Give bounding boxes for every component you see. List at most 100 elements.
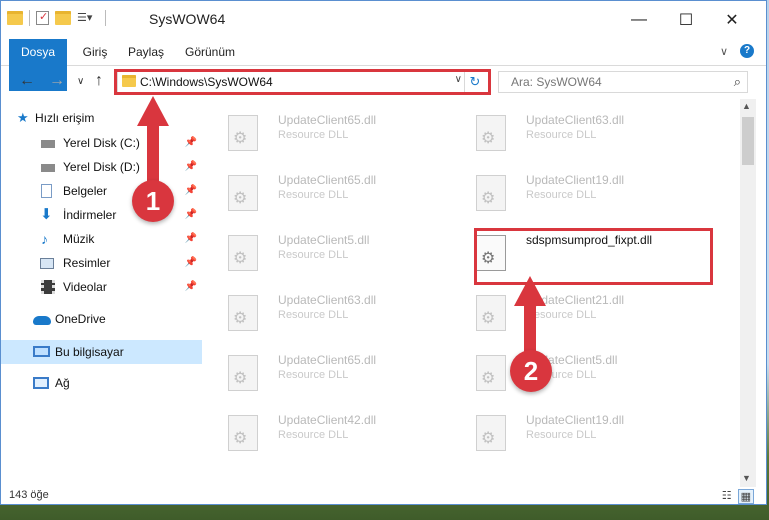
sidebar-item-videos[interactable]: Videolar 📌 [1, 276, 202, 298]
back-arrow-icon[interactable]: ← [19, 72, 35, 90]
tab-share[interactable]: Paylaş [123, 39, 169, 65]
help-icon[interactable]: ? [740, 44, 754, 58]
file-type: Resource DLL [526, 129, 597, 141]
status-bar: 143 öğe ☷ ▦ [1, 487, 766, 505]
pin-icon[interactable]: 📌 [185, 156, 197, 178]
music-icon: ♪ [41, 231, 48, 247]
file-item[interactable]: ⚙ UpdateClient19.dll Resource DLL [456, 165, 696, 217]
pin-icon[interactable]: 📌 [185, 180, 197, 202]
file-item[interactable]: ⚙ UpdateClient65.dll Resource DLL [208, 345, 448, 397]
file-type: Resource DLL [278, 369, 349, 381]
tab-home[interactable]: Giriş [73, 39, 117, 65]
scroll-thumb[interactable] [742, 117, 754, 165]
file-item[interactable]: ⚙ UpdateClient19.dll Resource DLL [456, 405, 696, 457]
ribbon-controls: ∨ ? [720, 44, 754, 58]
dll-file-icon: ⚙ [228, 355, 258, 391]
search-placeholder[interactable]: Ara: SysWOW64 [511, 75, 602, 89]
address-highlight-box [114, 69, 491, 95]
file-type: Resource DLL [526, 309, 597, 321]
sidebar-item-this-pc[interactable]: Bu bilgisayar [1, 340, 202, 364]
pin-icon[interactable]: 📌 [185, 228, 197, 250]
details-view-icon[interactable]: ☷ [722, 489, 732, 504]
sidebar-item-disk-d[interactable]: Yerel Disk (D:) 📌 [1, 156, 202, 178]
search-box[interactable]: Ara: SysWOW64 ⌕ [498, 71, 748, 93]
vertical-scrollbar[interactable]: ▲ ▼ [740, 99, 756, 487]
search-icon[interactable]: ⌕ [734, 74, 741, 90]
file-item[interactable]: ⚙ UpdateClient63.dll Resource DLL [456, 105, 696, 157]
sidebar-item-quick-access[interactable]: ★ Hızlı erişim [1, 107, 202, 129]
folder-icon [7, 11, 23, 25]
network-icon [33, 377, 49, 389]
file-name: UpdateClient65.dll [278, 353, 377, 367]
recent-locations-icon[interactable]: ∨ [77, 76, 84, 87]
step-marker-2: 2 [510, 350, 552, 392]
customize-toolbar-icon[interactable]: ☰▾ [77, 11, 99, 25]
sidebar-item-network[interactable]: Ağ [1, 372, 202, 394]
file-item[interactable]: ⚙ UpdateClient63.dll Resource DLL [208, 285, 448, 337]
scroll-down-icon[interactable]: ▼ [742, 473, 751, 483]
file-type: Resource DLL [526, 189, 597, 201]
large-icons-view-icon[interactable]: ▦ [737, 489, 754, 504]
dll-file-icon: ⚙ [228, 235, 258, 271]
dll-file-icon: ⚙ [228, 295, 258, 331]
tab-view[interactable]: Görünüm [179, 39, 241, 65]
file-type: Resource DLL [278, 129, 349, 141]
minimize-button[interactable]: — [616, 1, 662, 39]
pin-icon[interactable]: 📌 [185, 276, 197, 298]
file-type: Resource DLL [278, 429, 349, 441]
dll-file-icon: ⚙ [476, 295, 506, 331]
forward-arrow-icon[interactable]: → [49, 72, 65, 90]
dll-file-icon: ⚙ [476, 355, 506, 391]
file-item[interactable]: ⚙ UpdateClient5.dll Resource DLL [456, 345, 696, 397]
sidebar-item-label: Yerel Disk (C:) [63, 136, 140, 150]
dll-file-icon: ⚙ [476, 415, 506, 451]
file-name: UpdateClient5.dll [278, 233, 370, 247]
close-button[interactable]: ✕ [709, 1, 755, 39]
view-toggles: ☷ ▦ [722, 489, 754, 504]
file-item[interactable]: ⚙ UpdateClient65.dll Resource DLL [208, 165, 448, 217]
sidebar-item-label: Videolar [63, 280, 107, 294]
drive-icon [41, 140, 55, 148]
file-item[interactable]: ⚙ UpdateClient5.dll Resource DLL [208, 225, 448, 277]
file-item[interactable]: ⚙ UpdateClient21.dll Resource DLL [456, 285, 696, 337]
sidebar-item-label: İndirmeler [63, 208, 117, 222]
sidebar-item-label: Müzik [63, 232, 95, 246]
step-marker-1: 1 [132, 180, 174, 222]
sidebar-item-label: Hızlı erişim [35, 111, 95, 125]
file-name: UpdateClient63.dll [278, 293, 377, 307]
sidebar-item-music[interactable]: ♪ Müzik 📌 [1, 228, 202, 250]
properties-check-icon[interactable]: ✓ [36, 11, 49, 25]
up-arrow-icon[interactable]: ↑ [95, 72, 103, 90]
dll-file-icon: ⚙ [228, 175, 258, 211]
file-name: UpdateClient65.dll [278, 113, 377, 127]
pin-icon[interactable]: 📌 [185, 252, 197, 274]
scroll-up-icon[interactable]: ▲ [742, 101, 751, 111]
sidebar-item-onedrive[interactable]: OneDrive [1, 308, 202, 330]
file-name: UpdateClient19.dll [526, 173, 625, 187]
new-folder-icon[interactable] [55, 11, 71, 25]
sidebar-item-disk-c[interactable]: Yerel Disk (C:) 📌 [1, 132, 202, 154]
dll-file-icon: ⚙ [228, 115, 258, 151]
sidebar-item-pictures[interactable]: Resimler 📌 [1, 252, 202, 274]
download-icon: ⬇ [40, 206, 53, 223]
maximize-button[interactable]: ☐ [663, 1, 709, 39]
file-highlight-box [474, 228, 713, 285]
file-name: UpdateClient21.dll [526, 293, 625, 307]
navigation-bar: ← → ∨ ↑ C:\Windows\SysWOW64 ∨ ↻ Ara: Sys… [1, 65, 766, 99]
pin-icon[interactable]: 📌 [185, 204, 197, 226]
dll-file-icon: ⚙ [476, 115, 506, 151]
file-name: UpdateClient19.dll [526, 413, 625, 427]
documents-icon [41, 184, 52, 198]
sidebar-item-label: Bu bilgisayar [55, 345, 124, 359]
dll-file-icon: ⚙ [228, 415, 258, 451]
item-count: 143 öğe [9, 489, 49, 501]
video-icon [41, 280, 55, 294]
sidebar-item-label: OneDrive [55, 312, 106, 326]
computer-icon [33, 346, 50, 357]
pin-icon[interactable]: 📌 [185, 132, 197, 154]
sidebar-item-label: Belgeler [63, 184, 108, 198]
file-type: Resource DLL [278, 249, 349, 261]
expand-ribbon-icon[interactable]: ∨ [720, 45, 728, 58]
file-item[interactable]: ⚙ UpdateClient65.dll Resource DLL [208, 105, 448, 157]
file-item[interactable]: ⚙ UpdateClient42.dll Resource DLL [208, 405, 448, 457]
